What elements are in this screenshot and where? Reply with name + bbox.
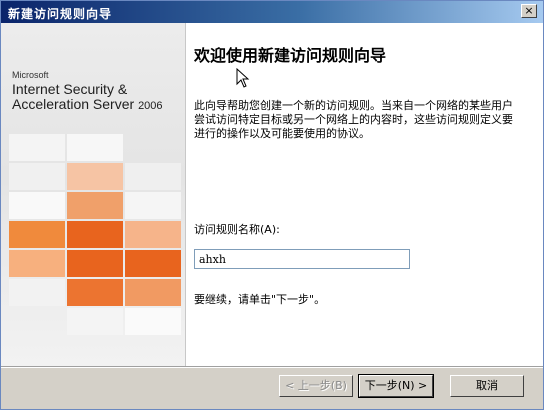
decor-tile xyxy=(67,221,123,248)
decor-tile xyxy=(67,163,123,190)
wizard-description: 此向导帮助您创建一个新的访问规则。当来自一个网络的某些用户尝试访问特定目标或另一… xyxy=(194,99,513,140)
cancel-button[interactable]: 取消 xyxy=(450,375,524,397)
button-bar: < 上一步(B) 下一步(N) > 取消 xyxy=(1,368,543,409)
decor-tile xyxy=(9,134,65,161)
mouse-cursor-icon xyxy=(236,68,250,88)
decor-tile xyxy=(9,163,65,190)
decor-tile xyxy=(125,221,181,248)
branding-panel: Microsoft Internet Security & Accelerati… xyxy=(1,23,186,366)
product-name-line1: Internet Security & xyxy=(12,81,128,97)
decor-tile xyxy=(9,192,65,219)
back-button[interactable]: < 上一步(B) xyxy=(279,375,353,397)
decor-tile xyxy=(125,279,181,306)
wizard-window: 新建访问规则向导 × Microsoft Internet Security &… xyxy=(0,0,544,410)
decor-tile xyxy=(67,134,123,161)
decor-tile xyxy=(67,192,123,219)
decor-tile xyxy=(125,192,181,219)
decor-tile xyxy=(125,250,181,277)
decor-tile xyxy=(9,279,65,306)
next-button[interactable]: 下一步(N) > xyxy=(358,374,434,398)
decor-tile xyxy=(67,250,123,277)
decor-tile xyxy=(67,279,123,306)
rule-name-label: 访问规则名称(A): xyxy=(194,223,280,236)
window-title: 新建访问规则向导 xyxy=(8,7,113,21)
decor-tile xyxy=(125,163,181,190)
microsoft-brand: Microsoft xyxy=(12,70,49,80)
decor-tile xyxy=(9,221,65,248)
decor-tile xyxy=(67,308,123,335)
wizard-heading: 欢迎使用新建访问规则向导 xyxy=(194,46,387,65)
close-button[interactable]: × xyxy=(521,4,537,18)
decor-tile xyxy=(125,308,181,335)
title-bar[interactable]: 新建访问规则向导 × xyxy=(1,1,543,23)
product-name-line2: Acceleration Server 2006 xyxy=(12,96,163,112)
continue-hint: 要继续，请单击"下一步"。 xyxy=(194,293,326,306)
decor-tile xyxy=(9,250,65,277)
rule-name-input[interactable]: ahxh xyxy=(194,249,410,269)
